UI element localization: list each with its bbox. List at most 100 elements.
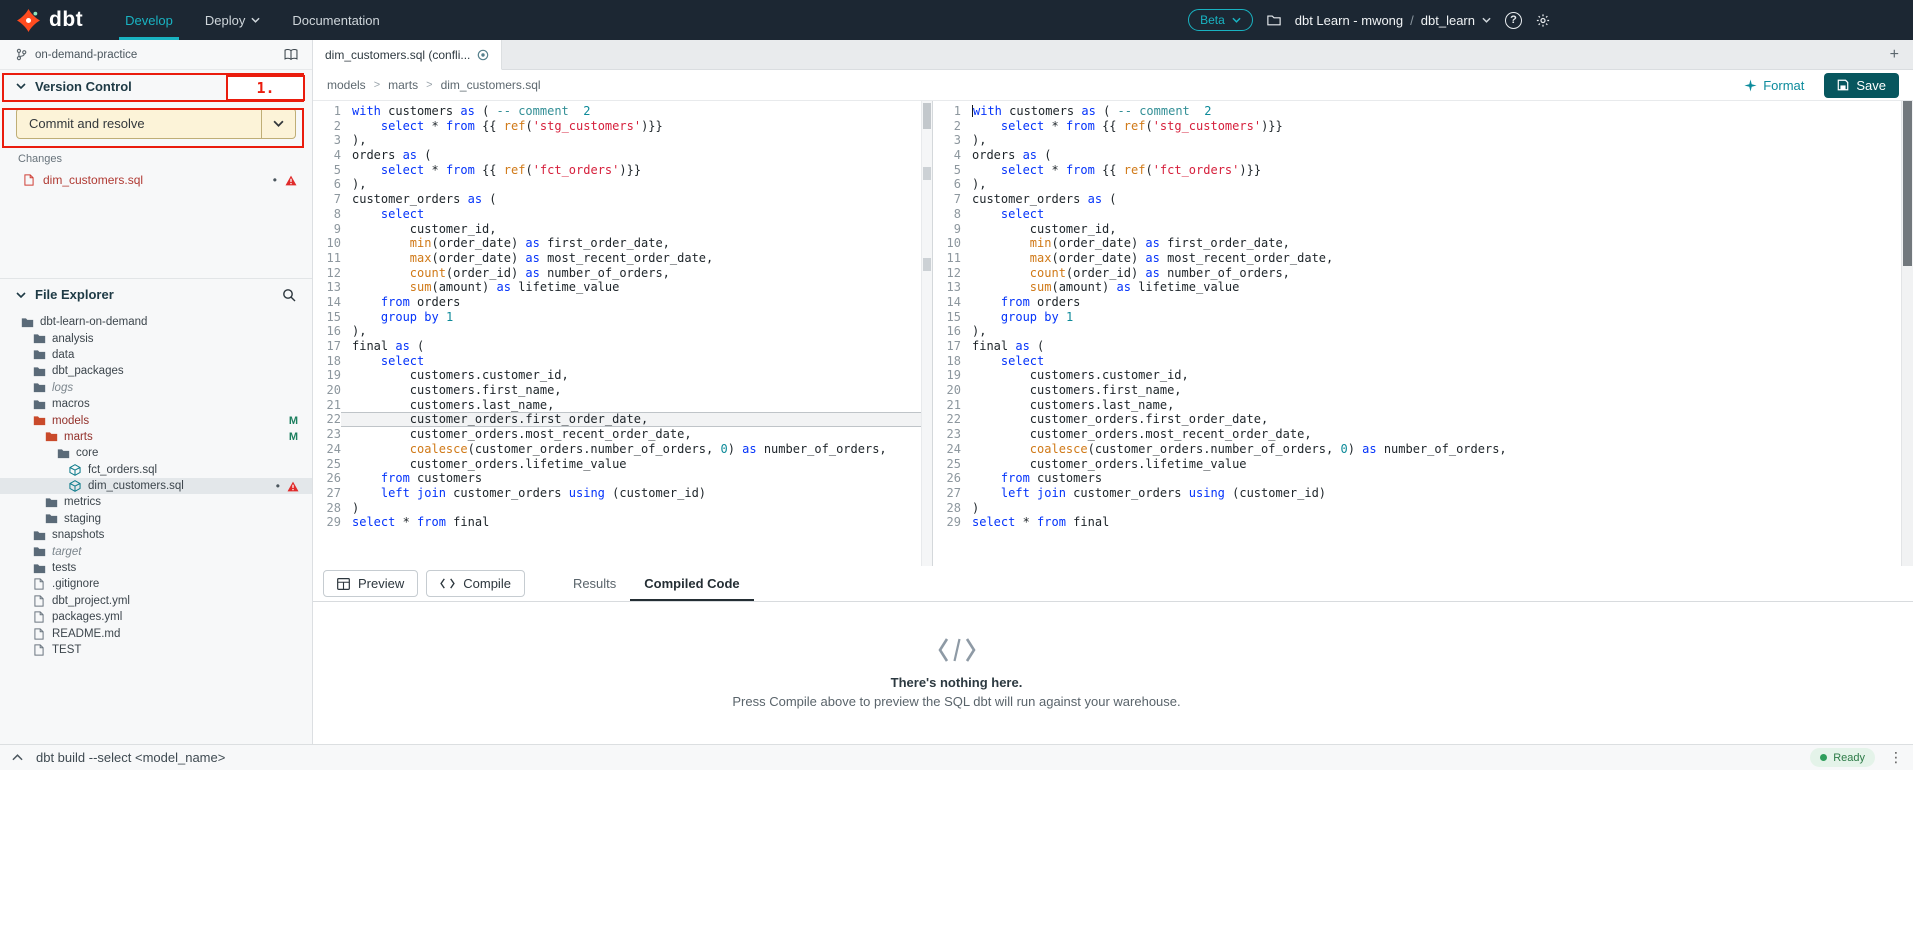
code-line[interactable]: 4orders as ( (933, 148, 1913, 163)
code-line[interactable]: 17final as ( (933, 339, 1913, 354)
docs-book-icon[interactable] (284, 48, 298, 61)
git-branch-row[interactable]: on-demand-practice (0, 40, 312, 70)
tree-item-tests[interactable]: tests (0, 560, 312, 576)
code-line[interactable]: 8 select (933, 207, 1913, 222)
code-line[interactable]: 26 from customers (933, 471, 1913, 486)
code-line[interactable]: 21 customers.last_name, (313, 398, 932, 413)
code-line[interactable]: 15 group by 1 (933, 310, 1913, 325)
tree-item-dbt-learn-on-demand[interactable]: dbt-learn-on-demand (0, 314, 312, 330)
code-line[interactable]: 25 customer_orders.lifetime_value (313, 457, 932, 472)
kebab-menu-icon[interactable]: ⋮ (1889, 749, 1903, 766)
code-line[interactable]: 11 max(order_date) as most_recent_order_… (313, 251, 932, 266)
tree-item-data[interactable]: data (0, 347, 312, 363)
code-line[interactable]: 2 select * from {{ ref('stg_customers')}… (313, 119, 932, 134)
tree-item-dim-customers-sql[interactable]: dim_customers.sql• (0, 478, 312, 494)
code-line[interactable]: 26 from customers (313, 471, 932, 486)
expand-panel-chevron-up-icon[interactable] (10, 754, 24, 761)
code-line[interactable]: 29select * from final (933, 515, 1913, 530)
code-line[interactable]: 10 min(order_date) as first_order_date, (933, 236, 1913, 251)
code-line[interactable]: 22 customer_orders.first_order_date, (933, 412, 1913, 427)
dbt-logo-icon[interactable] (16, 8, 41, 33)
tree-item-marts[interactable]: martsM (0, 429, 312, 445)
tree-item-target[interactable]: target (0, 543, 312, 559)
code-line[interactable]: 21 customers.last_name, (933, 398, 1913, 413)
tree-item-core[interactable]: core (0, 445, 312, 461)
code-line[interactable]: 9 customer_id, (313, 222, 932, 237)
breadcrumb-item[interactable]: models (327, 78, 366, 92)
code-line[interactable]: 9 customer_id, (933, 222, 1913, 237)
editor-pane-right[interactable]: 1with customers as ( -- comment 22 selec… (933, 101, 1913, 566)
save-button[interactable]: Save (1824, 73, 1899, 98)
code-line[interactable]: 7customer_orders as ( (313, 192, 932, 207)
code-line[interactable]: 27 left join customer_orders using (cust… (933, 486, 1913, 501)
code-area-right[interactable]: 1with customers as ( -- comment 22 selec… (933, 104, 1913, 530)
settings-gear-icon[interactable] (1536, 12, 1550, 29)
commit-options-caret[interactable] (261, 109, 295, 138)
nav-item-deploy[interactable]: Deploy (189, 0, 276, 40)
tree-item-staging[interactable]: staging (0, 511, 312, 527)
breadcrumb-item[interactable]: marts (388, 78, 418, 92)
code-line[interactable]: 19 customers.customer_id, (313, 368, 932, 383)
code-line[interactable]: 24 coalesce(customer_orders.number_of_or… (933, 442, 1913, 457)
code-line[interactable]: 8 select (313, 207, 932, 222)
nav-item-documentation[interactable]: Documentation (276, 0, 395, 40)
code-line[interactable]: 6), (313, 177, 932, 192)
code-line[interactable]: 16), (313, 324, 932, 339)
code-area-left[interactable]: 1with customers as ( -- comment 22 selec… (313, 104, 932, 530)
code-line[interactable]: 4orders as ( (313, 148, 932, 163)
tree-item-snapshots[interactable]: snapshots (0, 527, 312, 543)
code-line[interactable]: 24 coalesce(customer_orders.number_of_or… (313, 442, 932, 457)
preview-button[interactable]: Preview (323, 570, 418, 597)
code-line[interactable]: 14 from orders (933, 295, 1913, 310)
tree-item--gitignore[interactable]: .gitignore (0, 576, 312, 592)
code-line[interactable]: 15 group by 1 (313, 310, 932, 325)
code-line[interactable]: 12 count(order_id) as number_of_orders, (933, 266, 1913, 281)
nav-item-develop[interactable]: Develop (109, 0, 189, 40)
file-explorer-header[interactable]: File Explorer (0, 278, 312, 310)
format-button[interactable]: Format (1744, 78, 1804, 93)
code-line[interactable]: 10 min(order_date) as first_order_date, (313, 236, 932, 251)
command-input[interactable]: dbt build --select <model_name> (36, 750, 225, 765)
code-line[interactable]: 14 from orders (313, 295, 932, 310)
code-line[interactable]: 13 sum(amount) as lifetime_value (933, 280, 1913, 295)
tree-item-readme-md[interactable]: README.md (0, 625, 312, 641)
tree-item-macros[interactable]: macros (0, 396, 312, 412)
code-line[interactable]: 5 select * from {{ ref('fct_orders')}} (933, 163, 1913, 178)
code-line[interactable]: 13 sum(amount) as lifetime_value (313, 280, 932, 295)
editor-scrollbar-left[interactable] (921, 101, 932, 566)
code-line[interactable]: 29select * from final (313, 515, 932, 530)
code-line[interactable]: 23 customer_orders.most_recent_order_dat… (313, 427, 932, 442)
code-line[interactable]: 16), (933, 324, 1913, 339)
editor-tab-dim-customers[interactable]: dim_customers.sql (confli... (313, 40, 502, 70)
tree-item-models[interactable]: modelsM (0, 412, 312, 428)
search-icon[interactable] (282, 288, 296, 302)
tree-item-dbt-project-yml[interactable]: dbt_project.yml (0, 593, 312, 609)
code-line[interactable]: 23 customer_orders.most_recent_order_dat… (933, 427, 1913, 442)
tree-item-logs[interactable]: logs (0, 380, 312, 396)
code-line[interactable]: 2 select * from {{ ref('stg_customers')}… (933, 119, 1913, 134)
code-line[interactable]: 20 customers.first_name, (313, 383, 932, 398)
tree-item-metrics[interactable]: metrics (0, 494, 312, 510)
code-line[interactable]: 11 max(order_date) as most_recent_order_… (933, 251, 1913, 266)
code-line[interactable]: 6), (933, 177, 1913, 192)
code-line[interactable]: 3), (933, 133, 1913, 148)
code-line[interactable]: 12 count(order_id) as number_of_orders, (313, 266, 932, 281)
new-tab-button[interactable]: + (1890, 46, 1899, 64)
tab-compiled-code[interactable]: Compiled Code (630, 566, 753, 601)
beta-badge[interactable]: Beta (1188, 9, 1253, 31)
tree-item-dbt-packages[interactable]: dbt_packages (0, 363, 312, 379)
code-line[interactable]: 25 customer_orders.lifetime_value (933, 457, 1913, 472)
code-line[interactable]: 19 customers.customer_id, (933, 368, 1913, 383)
code-line[interactable]: 28) (313, 501, 932, 516)
account-switcher[interactable]: dbt Learn - mwong / dbt_learn (1295, 13, 1491, 28)
tree-item-fct-orders-sql[interactable]: fct_orders.sql (0, 462, 312, 478)
compile-button[interactable]: Compile (426, 570, 525, 597)
code-line[interactable]: 1with customers as ( -- comment 2 (933, 104, 1913, 119)
changed-file-row[interactable]: dim_customers.sql• (0, 170, 312, 190)
tree-item-packages-yml[interactable]: packages.yml (0, 609, 312, 625)
breadcrumb-item[interactable]: dim_customers.sql (441, 78, 541, 92)
tree-item-analysis[interactable]: analysis (0, 330, 312, 346)
code-line[interactable]: 3), (313, 133, 932, 148)
code-line[interactable]: 5 select * from {{ ref('fct_orders')}} (313, 163, 932, 178)
code-line[interactable]: 7customer_orders as ( (933, 192, 1913, 207)
